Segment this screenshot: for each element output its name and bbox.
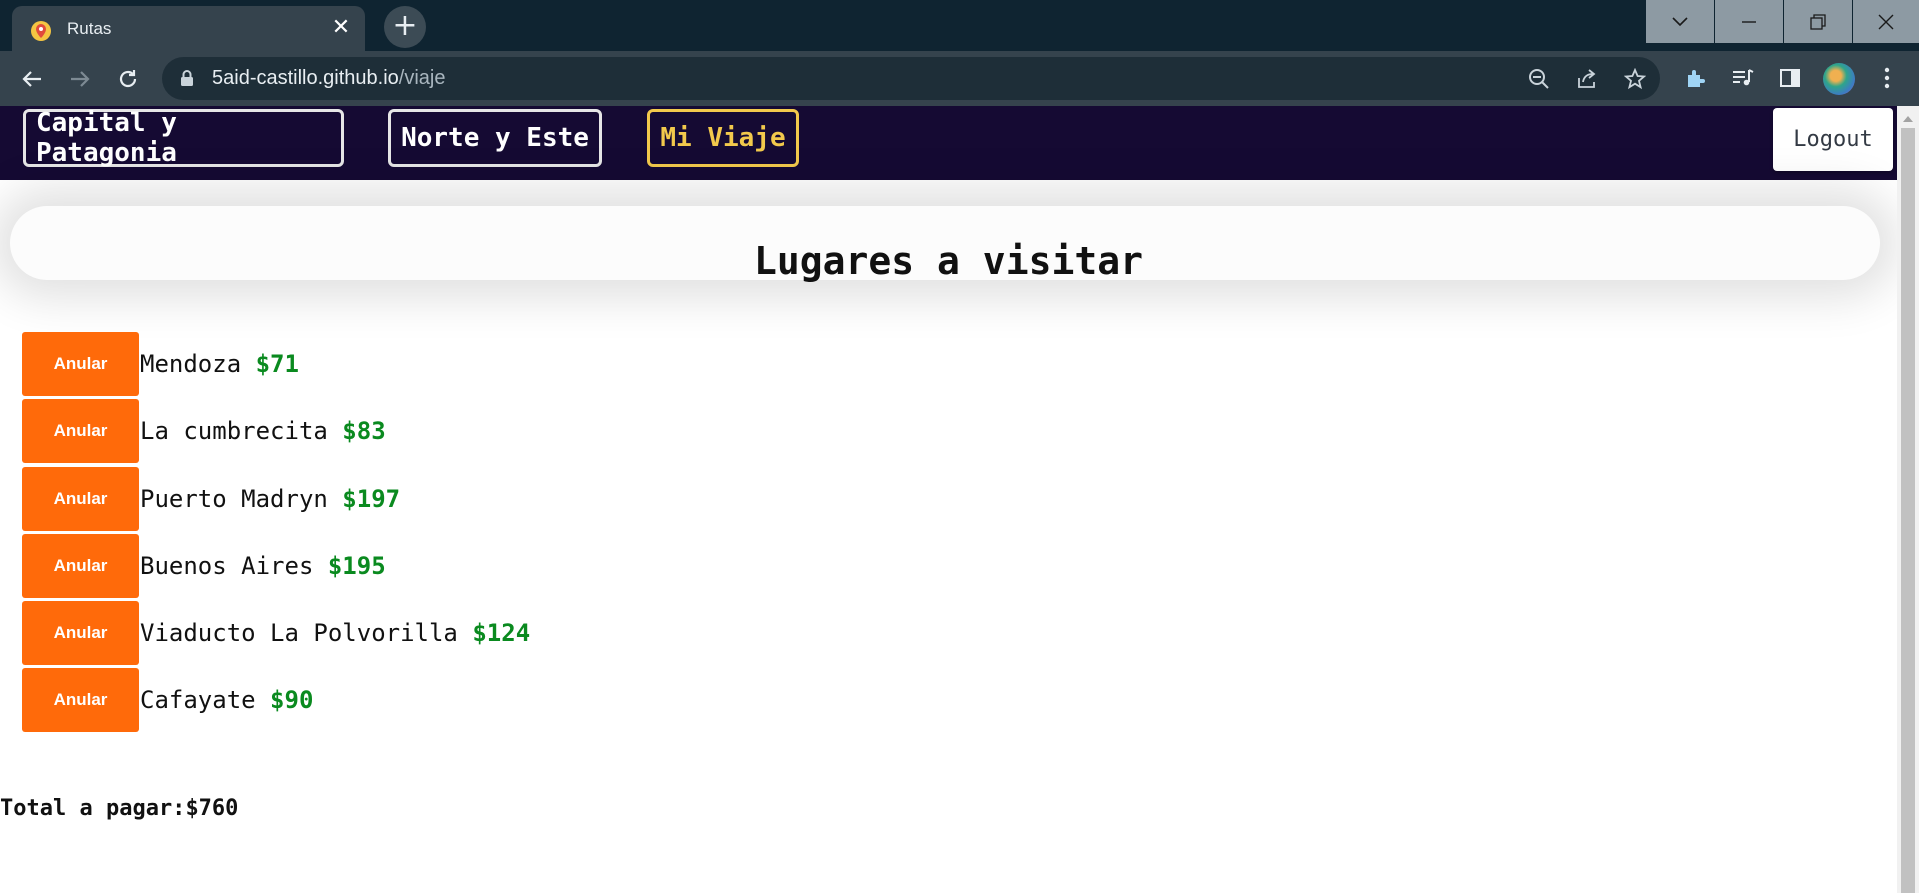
place-name: Mendoza (140, 350, 242, 378)
anular-button[interactable]: Anular (22, 668, 139, 732)
nav-link-mi-viaje[interactable]: Mi Viaje (647, 109, 799, 167)
url-text: 5aid-castillo.github.io/viaje (212, 67, 445, 90)
list-item: Anular Viaducto La Polvorilla $124 (22, 601, 530, 665)
site-navbar: Capital y Patagonia Norte y Este Mi Viaj… (0, 106, 1897, 180)
total-value: $760 (185, 796, 239, 821)
list-item: Anular Cafayate $90 (22, 668, 313, 732)
scroll-up-arrow-icon[interactable] (1900, 110, 1916, 129)
more-vert-icon[interactable] (1872, 63, 1902, 93)
place-name: Viaducto La Polvorilla (140, 619, 458, 647)
lock-icon (180, 70, 194, 91)
nav-link-norte-este[interactable]: Norte y Este (388, 109, 602, 167)
place-price: $197 (342, 485, 401, 513)
profile-avatar-icon[interactable] (1823, 63, 1855, 95)
place-price: $195 (327, 552, 386, 580)
anular-button[interactable]: Anular (22, 534, 139, 598)
place-name: Cafayate (140, 686, 256, 714)
list-item: Anular Mendoza $71 (22, 332, 299, 396)
tab-close-icon[interactable]: ✕ (329, 16, 353, 40)
url-path: /viaje (398, 67, 446, 89)
list-item: Anular La cumbrecita $83 (22, 399, 386, 463)
list-item: Anular Buenos Aires $195 (22, 534, 386, 598)
minimize-icon[interactable] (1715, 0, 1783, 43)
chevron-down-icon[interactable] (1646, 0, 1714, 43)
anular-button[interactable]: Anular (22, 399, 139, 463)
anular-button[interactable]: Anular (22, 601, 139, 665)
place-price: $124 (472, 619, 531, 647)
browser-tab[interactable]: Rutas ✕ (12, 6, 365, 51)
place-price: $83 (342, 417, 386, 445)
place-name: Puerto Madryn (140, 485, 328, 513)
window-close-icon[interactable] (1853, 0, 1919, 43)
list-item: Anular Puerto Madryn $197 (22, 467, 400, 531)
url-domain: 5aid-castillo.github.io (212, 67, 399, 89)
maps-favicon-icon (30, 20, 52, 42)
page-content: Capital y Patagonia Norte y Este Mi Viaj… (0, 106, 1897, 893)
restore-icon[interactable] (1784, 0, 1852, 43)
place-name: La cumbrecita (140, 417, 328, 445)
media-queue-icon[interactable] (1728, 63, 1758, 93)
nav-link-capital-patagonia[interactable]: Capital y Patagonia (23, 108, 344, 168)
extensions-icon[interactable] (1680, 63, 1710, 93)
tab-title: Rutas (67, 19, 112, 38)
reload-icon[interactable] (112, 63, 144, 95)
logout-button[interactable]: Logout (1773, 108, 1893, 171)
new-tab-button[interactable]: + (384, 6, 426, 48)
star-icon[interactable] (1622, 66, 1648, 92)
place-price: $90 (270, 686, 314, 714)
share-icon[interactable] (1574, 66, 1600, 92)
place-name: Buenos Aires (140, 552, 314, 580)
page-scrollbar[interactable] (1897, 106, 1919, 893)
page-title: Lugares a visitar (754, 239, 1143, 283)
anular-button[interactable]: Anular (22, 467, 139, 531)
forward-arrow-icon[interactable] (64, 63, 96, 95)
total-label: Total a pagar: (0, 796, 186, 821)
anular-button[interactable]: Anular (22, 332, 139, 396)
side-panel-icon[interactable] (1775, 63, 1805, 93)
place-price: $71 (255, 350, 299, 378)
browser-titlebar: Rutas ✕ + (0, 0, 1919, 51)
back-arrow-icon[interactable] (16, 63, 48, 95)
address-bar[interactable]: 5aid-castillo.github.io/viaje (162, 57, 1660, 100)
zoom-out-icon[interactable] (1526, 66, 1552, 92)
scrollbar-thumb[interactable] (1901, 128, 1915, 893)
total-amount: Total a pagar:$760 (0, 796, 238, 821)
browser-toolbar: 5aid-castillo.github.io/viaje (0, 51, 1919, 106)
